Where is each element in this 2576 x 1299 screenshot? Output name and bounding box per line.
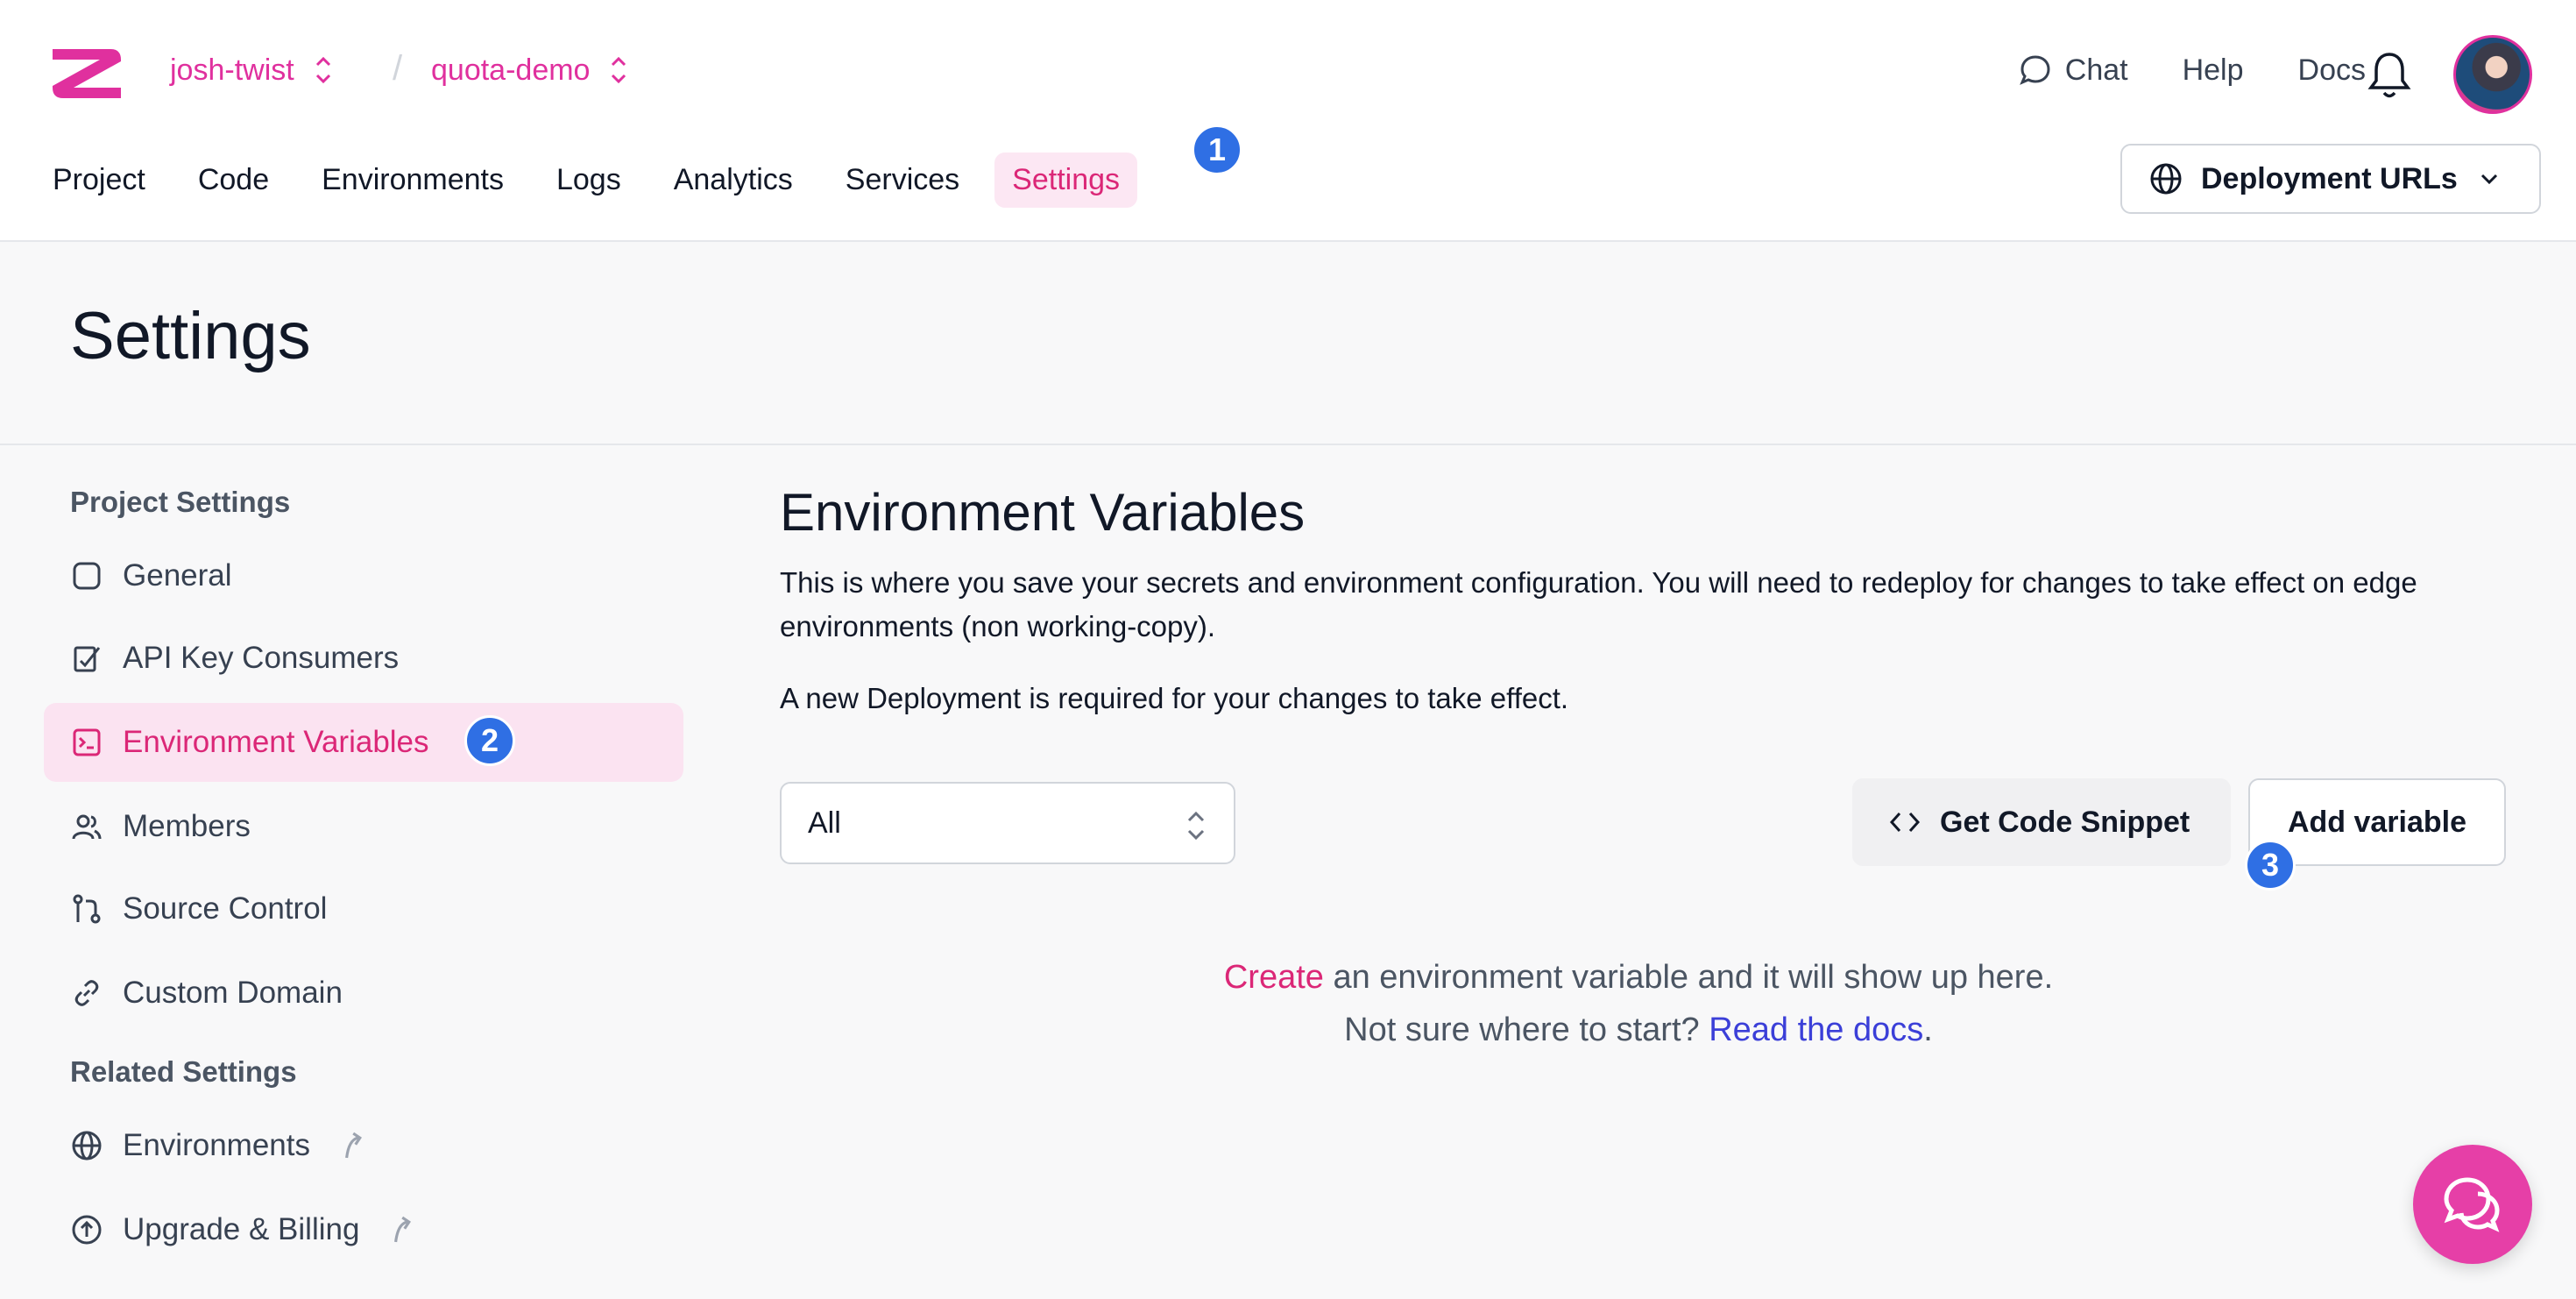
code-brackets-icon bbox=[1889, 812, 1921, 833]
sidebar-item-source-control[interactable]: Source Control bbox=[44, 870, 683, 948]
tab-bar: Project Code Environments Logs Analytics… bbox=[35, 153, 1155, 208]
key-consumer-icon bbox=[74, 646, 101, 672]
sidebar-item-api-key-consumers[interactable]: API Key Consumers bbox=[44, 619, 683, 698]
chevron-up-down-icon bbox=[612, 56, 626, 84]
chevron-up-down-icon bbox=[315, 56, 330, 84]
get-code-snippet-button[interactable]: Get Code Snippet bbox=[1852, 778, 2231, 866]
deployment-urls-button[interactable]: Deployment URLs bbox=[2120, 144, 2541, 214]
sidebar-item-members[interactable]: Members bbox=[44, 787, 683, 866]
chat-link[interactable]: Chat bbox=[2018, 53, 2128, 88]
page-title: Settings bbox=[70, 299, 311, 373]
step-badge-3: 3 bbox=[2245, 840, 2296, 891]
help-link[interactable]: Help bbox=[2183, 53, 2244, 88]
terminal-icon bbox=[73, 728, 101, 756]
step-badge-1: 1 bbox=[1192, 124, 1242, 175]
sidebar-item-environment-variables[interactable]: Environment Variables bbox=[44, 703, 683, 782]
globe-icon bbox=[2150, 163, 2182, 195]
tab-analytics[interactable]: Analytics bbox=[656, 153, 810, 208]
chevron-up-down-icon bbox=[1187, 811, 1205, 841]
tab-environments[interactable]: Environments bbox=[304, 153, 521, 208]
external-arrow-icon bbox=[394, 1216, 412, 1243]
globe-icon bbox=[72, 1131, 102, 1161]
tab-settings[interactable]: Settings bbox=[994, 153, 1138, 208]
external-arrow-icon bbox=[345, 1132, 362, 1159]
filter-value: All bbox=[808, 806, 841, 840]
section-title: Environment Variables bbox=[780, 483, 1306, 542]
org-switcher[interactable]: josh-twist bbox=[170, 53, 336, 88]
sidebar-item-upgrade-billing[interactable]: Upgrade & Billing bbox=[44, 1190, 683, 1269]
breadcrumb-separator: / bbox=[393, 49, 403, 88]
chat-bubble-icon bbox=[2019, 55, 2050, 85]
zuplo-logo-icon[interactable] bbox=[47, 40, 126, 107]
project-name: quota-demo bbox=[431, 53, 591, 87]
sidebar-item-environments[interactable]: Environments bbox=[44, 1106, 683, 1185]
step-badge-2: 2 bbox=[464, 715, 515, 766]
docs-link[interactable]: Docs bbox=[2298, 53, 2366, 88]
chat-support-button[interactable] bbox=[2413, 1145, 2532, 1264]
create-link[interactable]: Create bbox=[1224, 959, 1324, 996]
org-name: josh-twist bbox=[170, 53, 294, 87]
chat-bubbles-icon bbox=[2444, 1177, 2500, 1232]
divider bbox=[0, 444, 2576, 445]
bell-icon[interactable] bbox=[2366, 49, 2413, 102]
project-switcher[interactable]: quota-demo bbox=[431, 53, 632, 88]
empty-state-line-2: Not sure where to start? Read the docs. bbox=[1344, 1012, 1933, 1048]
sidebar-item-custom-domain[interactable]: Custom Domain bbox=[44, 954, 683, 1033]
link-icon bbox=[74, 980, 99, 1006]
user-avatar[interactable] bbox=[2453, 35, 2532, 114]
top-navigation: josh-twist / quota-demo Chat Help Docs P… bbox=[0, 0, 2576, 242]
read-docs-link[interactable]: Read the docs bbox=[1709, 1012, 1923, 1048]
tab-services[interactable]: Services bbox=[828, 153, 977, 208]
tab-logs[interactable]: Logs bbox=[539, 153, 639, 208]
git-pull-icon bbox=[73, 894, 101, 924]
tab-code[interactable]: Code bbox=[180, 153, 287, 208]
related-settings-heading: Related Settings bbox=[70, 1055, 297, 1088]
arrow-up-circle-icon bbox=[72, 1215, 102, 1245]
tab-project[interactable]: Project bbox=[35, 153, 163, 208]
users-icon bbox=[72, 814, 102, 840]
redeploy-notice: A new Deployment is required for your ch… bbox=[780, 682, 1569, 714]
section-description: This is where you save your secrets and … bbox=[780, 566, 2417, 642]
top-links: Chat Help Docs bbox=[2018, 53, 2366, 88]
square-icon bbox=[73, 562, 101, 590]
environment-filter-select[interactable]: All bbox=[780, 782, 1235, 864]
chevron-down-icon bbox=[2480, 174, 2497, 185]
empty-state-line-1: Create an environment variable and it wi… bbox=[1223, 959, 2054, 996]
project-settings-heading: Project Settings bbox=[70, 486, 291, 518]
sidebar-item-general[interactable]: General bbox=[44, 536, 683, 615]
